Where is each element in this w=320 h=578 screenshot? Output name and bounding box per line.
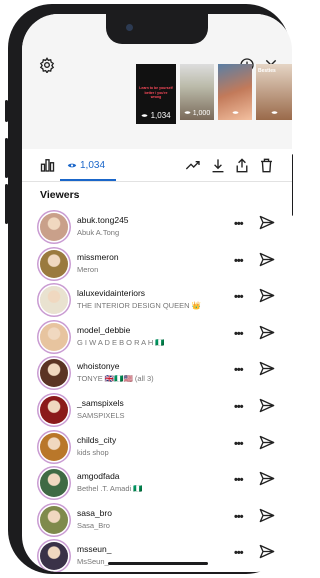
eye-icon [271, 111, 277, 114]
viewer-row[interactable]: sasa_bro Sasa_Bro ••• [22, 504, 292, 540]
more-options-icon[interactable]: ••• [234, 474, 244, 486]
viewer-username[interactable]: amgodfada [77, 471, 120, 481]
viewer-row[interactable]: missmeron Meron ••• [22, 248, 292, 284]
more-options-icon[interactable]: ••• [234, 438, 244, 450]
volume-down-button [5, 184, 8, 224]
avatar[interactable] [40, 542, 68, 571]
viewer-fullname: TONYE 🇬🇧🇳🇬🇺🇸 (all 3) [77, 374, 154, 384]
more-options-icon[interactable]: ••• [234, 364, 244, 376]
avatar[interactable] [40, 359, 68, 388]
gear-icon[interactable] [38, 56, 56, 74]
avatar[interactable] [40, 249, 68, 278]
viewers-heading: Viewers [40, 189, 80, 201]
send-message-icon[interactable] [259, 325, 275, 345]
story-thumbnail-selected[interactable]: Learn to be yourself better / you're wro… [136, 64, 176, 124]
story-label: Besties [258, 68, 276, 74]
viewer-fullname: MsSeun_ [77, 557, 109, 567]
viewer-username[interactable]: msseun_ [77, 544, 112, 554]
viewer-row[interactable]: msseun_ MsSeun_ ••• [22, 540, 292, 572]
story-thumbnail[interactable] [218, 64, 252, 120]
active-tab-indicator [60, 179, 116, 181]
send-message-icon[interactable] [259, 252, 275, 272]
eye-icon [232, 111, 238, 114]
story-caption: Learn to be yourself better / you're wro… [139, 86, 173, 99]
screen: Learn to be yourself better / you're wro… [22, 14, 292, 572]
viewer-username[interactable]: model_debbie [77, 325, 130, 335]
notch [106, 14, 208, 44]
send-message-icon[interactable] [259, 288, 275, 308]
trending-icon[interactable] [184, 157, 202, 173]
viewer-fullname: Bethel .T. Amadi 🇳🇬 [77, 484, 143, 494]
viewer-username[interactable]: _samspixels [77, 398, 124, 408]
viewer-row[interactable]: model_debbie G I W A D E B O R A H 🇳🇬 ••… [22, 321, 292, 357]
story-view-count: 1,000 [192, 110, 211, 117]
story-view-count: 1,034 [150, 111, 171, 120]
send-message-icon[interactable] [259, 471, 275, 491]
avatar[interactable] [40, 469, 68, 498]
more-options-icon[interactable]: ••• [234, 255, 244, 267]
send-message-icon[interactable] [259, 215, 275, 235]
send-message-icon[interactable] [259, 544, 275, 564]
mute-switch [5, 100, 8, 122]
viewer-username[interactable]: whoistonye [77, 361, 120, 371]
story-thumbnail[interactable]: 1,000 [180, 64, 214, 120]
eye-icon [141, 114, 148, 117]
share-icon[interactable] [234, 156, 250, 174]
home-indicator [108, 562, 208, 565]
avatar[interactable] [40, 322, 68, 351]
send-message-icon[interactable] [259, 398, 275, 418]
viewer-row[interactable]: whoistonye TONYE 🇬🇧🇳🇬🇺🇸 (all 3) ••• [22, 357, 292, 393]
eye-icon [66, 160, 78, 170]
send-message-icon[interactable] [259, 508, 275, 528]
more-options-icon[interactable]: ••• [234, 401, 244, 413]
viewer-fullname: Abuk A.Tong [77, 228, 120, 237]
viewer-row[interactable]: _samspixels SAMSPIXELS ••• [22, 394, 292, 430]
viewer-username[interactable]: missmeron [77, 252, 119, 262]
viewer-fullname: SAMSPIXELS [77, 411, 125, 420]
viewer-username[interactable]: laluxevidainteriors [77, 288, 145, 298]
story-thumbnail[interactable]: Besties [256, 64, 292, 120]
viewers-tab-count[interactable]: 1,034 [80, 160, 105, 171]
viewer-row[interactable]: amgodfada Bethel .T. Amadi 🇳🇬 ••• [22, 467, 292, 503]
more-options-icon[interactable]: ••• [234, 328, 244, 340]
viewer-fullname: G I W A D E B O R A H 🇳🇬 [77, 337, 165, 347]
viewer-fullname: THE INTERIOR DESIGN QUEEN 👑 [77, 301, 201, 311]
insights-tab-bar: 1,034 [22, 149, 292, 182]
viewer-username[interactable]: abuk.tong245 [77, 215, 129, 225]
more-options-icon[interactable]: ••• [234, 218, 244, 230]
viewer-fullname: kids shop [77, 447, 109, 457]
avatar[interactable] [40, 286, 68, 315]
avatar[interactable] [40, 432, 68, 461]
trash-icon[interactable] [258, 156, 274, 174]
camera-icon [126, 24, 133, 31]
more-options-icon[interactable]: ••• [234, 547, 244, 559]
volume-up-button [5, 138, 8, 178]
phone-frame: Learn to be yourself better / you're wro… [5, 4, 293, 574]
send-message-icon[interactable] [259, 435, 275, 455]
avatar[interactable] [40, 505, 68, 534]
viewer-username[interactable]: childs_city [77, 435, 116, 445]
bar-chart-icon[interactable] [38, 157, 56, 173]
avatar[interactable] [40, 396, 68, 424]
download-icon[interactable] [210, 156, 226, 174]
eye-icon [184, 111, 191, 114]
avatar[interactable] [40, 213, 68, 241]
viewer-row[interactable]: abuk.tong245 Abuk A.Tong ••• [22, 211, 292, 247]
more-options-icon[interactable]: ••• [234, 291, 244, 303]
viewer-username[interactable]: sasa_bro [77, 508, 112, 518]
more-options-icon[interactable]: ••• [234, 511, 244, 523]
viewer-fullname: Meron [77, 264, 99, 274]
viewer-row[interactable]: laluxevidainteriors THE INTERIOR DESIGN … [22, 284, 292, 320]
send-message-icon[interactable] [259, 361, 275, 381]
viewer-fullname: Sasa_Bro [77, 520, 110, 530]
viewer-row[interactable]: childs_city kids shop ••• [22, 431, 292, 467]
